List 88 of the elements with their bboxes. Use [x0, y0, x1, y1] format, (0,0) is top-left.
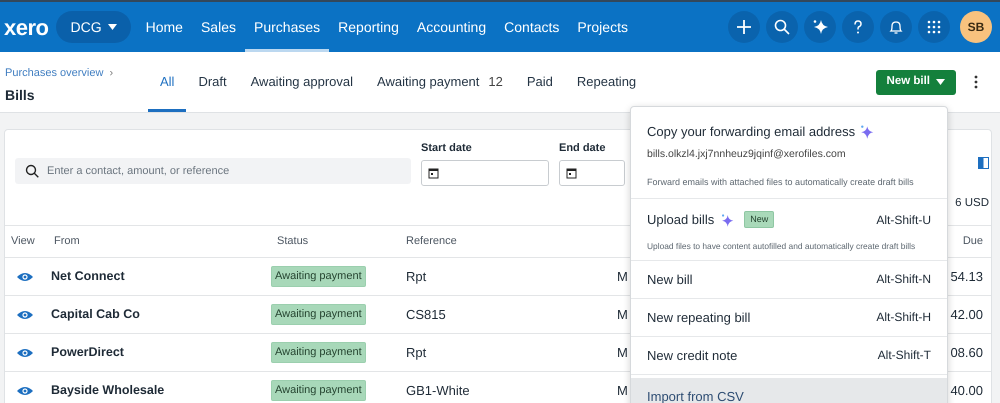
table-cell-text: Rpt — [405, 268, 428, 286]
table-cell-text: M — [616, 306, 628, 324]
menu-item[interactable]: New repeating bill Alt-Shift-H — [631, 298, 947, 337]
logo[interactable]: xero — [4, 10, 48, 44]
nav-link[interactable]: Contacts — [495, 2, 568, 52]
column-header: Status — [276, 234, 310, 250]
table-cell-text: M — [616, 344, 628, 362]
apps-grid-icon — [925, 18, 943, 36]
user-avatar[interactable]: SB — [960, 11, 992, 43]
more-options-icon[interactable] — [974, 75, 978, 89]
table-cell-text: 42.00 — [950, 306, 984, 324]
shortcut-text: Alt-Shift-N — [876, 271, 931, 288]
add-icon — [735, 18, 753, 36]
table-cell-text: M — [616, 268, 628, 286]
status-badge: Awaiting payment — [271, 304, 366, 325]
calendar-icon — [428, 166, 439, 178]
contact-name: PowerDirect — [50, 344, 125, 362]
total-amount: 6 USD — [955, 196, 989, 211]
add-button[interactable] — [728, 11, 760, 43]
page-title: Bills — [5, 86, 36, 104]
email-address: bills.olkzl4.jxj7nnheuz9jqinf@xerofiles.com — [647, 146, 847, 162]
contact-name: Net Connect — [50, 268, 126, 286]
menu-item[interactable]: Upload bills — [647, 210, 714, 230]
breadcrumb-separator: › — [109, 67, 114, 79]
filter-tab[interactable]: All — [148, 54, 186, 112]
table-cell-text: 54.13 — [950, 268, 984, 286]
nav-link[interactable]: Reporting — [329, 2, 408, 52]
status-badge: Awaiting payment — [271, 266, 366, 287]
eye-icon[interactable] — [17, 386, 33, 396]
menu-item[interactable]: Import from CSV — [631, 378, 947, 403]
hint-text: Upload files to have content autofilled and automatically create draft bills — [647, 240, 916, 253]
table-cell-text: M — [616, 382, 628, 400]
shortcut-text: Alt-Shift-H — [876, 309, 931, 326]
column-header: From — [53, 234, 81, 250]
filter-tab[interactable]: Awaiting approval — [238, 54, 366, 112]
table-cell-text: GB1-White — [405, 382, 471, 400]
contact-name: Bayside Wholesale — [50, 382, 166, 400]
eye-icon[interactable] — [17, 348, 33, 358]
caret-icon — [108, 24, 117, 30]
eye-icon[interactable] — [17, 272, 33, 282]
calendar-icon — [566, 166, 577, 178]
columns-icon[interactable] — [978, 157, 989, 169]
shortcut-text: Alt-Shift-T — [878, 347, 931, 364]
sparkle-icon — [859, 124, 874, 140]
nav-link[interactable]: Projects — [568, 2, 637, 52]
search-button[interactable] — [766, 11, 798, 43]
hint-text: Forward emails with attached files to automatically create draft bills — [647, 176, 915, 190]
nav-link[interactable]: Accounting — [408, 2, 496, 52]
date-field[interactable] — [421, 160, 549, 186]
status-badge: Awaiting payment — [271, 342, 366, 363]
search-icon — [25, 164, 39, 178]
field-label: End date — [559, 141, 606, 156]
contact-name: Capital Cab Co — [50, 306, 141, 324]
help-button[interactable] — [842, 11, 874, 43]
table-cell-text: CS815 — [405, 306, 447, 324]
search-field[interactable]: Enter a contact, amount, or reference — [15, 158, 411, 184]
new-badge: New — [744, 210, 774, 228]
field-label: Start date — [421, 141, 473, 156]
organisation-switcher[interactable]: DCG — [56, 11, 131, 43]
date-field[interactable] — [559, 160, 625, 186]
status-badge: Awaiting payment — [271, 380, 366, 401]
filter-tab[interactable]: Repeating — [564, 54, 648, 112]
table-cell-text: Rpt — [405, 344, 428, 362]
apps-button[interactable] — [918, 11, 950, 43]
filter-tab[interactable]: Awaiting payment 12 — [365, 54, 515, 112]
search-icon — [773, 18, 791, 36]
notifications-button[interactable] — [880, 11, 912, 43]
sparkle-icon — [720, 212, 734, 226]
column-header: View — [10, 234, 36, 250]
column-header: Due — [962, 234, 984, 250]
new-bill-button[interactable]: New bill — [876, 70, 956, 94]
shortcut-text: Alt-Shift-U — [876, 212, 931, 228]
menu-item[interactable]: Copy your forwarding email address — [647, 122, 856, 142]
filter-tab[interactable]: Draft — [186, 54, 239, 112]
table-cell-text: 08.60 — [950, 344, 984, 362]
breadcrumb-link[interactable]: Purchases overview — [5, 67, 104, 79]
table-cell-text: 40.00 — [950, 382, 984, 400]
filter-tab[interactable]: Paid — [514, 54, 565, 112]
nav-link[interactable]: Sales — [192, 2, 245, 52]
eye-icon[interactable] — [17, 310, 33, 320]
menu-item[interactable]: New credit note Alt-Shift-T — [631, 336, 947, 375]
menu-item[interactable]: New bill Alt-Shift-N — [631, 260, 947, 299]
tab-count: 12 — [488, 72, 503, 91]
assistant-button[interactable] — [804, 11, 836, 43]
column-header: Reference — [405, 234, 458, 250]
sparkle-icon — [811, 18, 829, 36]
nav-link[interactable]: Home — [136, 2, 192, 52]
caret-icon — [936, 79, 945, 85]
